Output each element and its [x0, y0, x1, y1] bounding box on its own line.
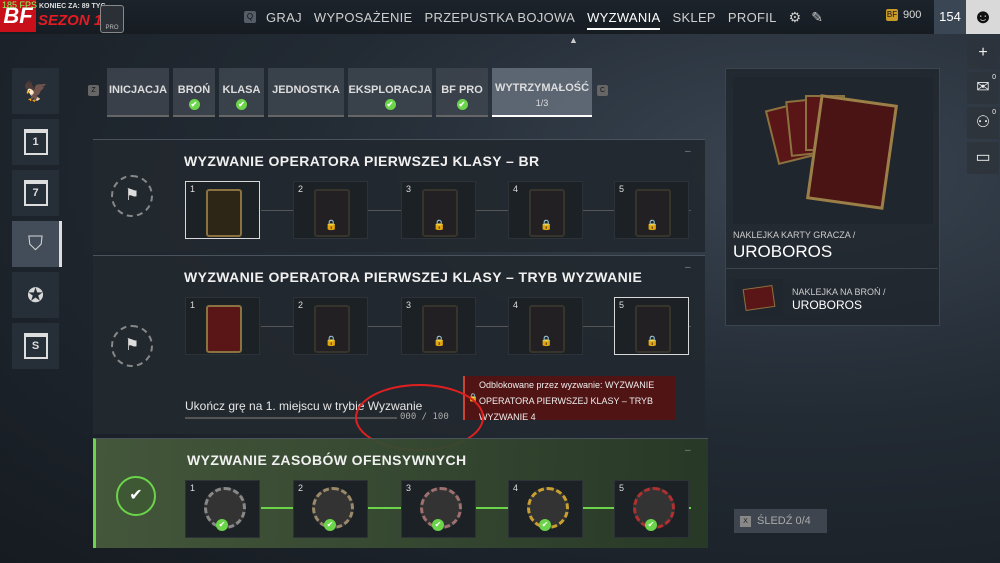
- reward-slot[interactable]: 3 ✔: [401, 480, 476, 538]
- nav-shop[interactable]: SKLEP: [672, 10, 715, 25]
- reward-slot[interactable]: 4 ✔: [508, 480, 583, 538]
- nav-equipment[interactable]: WYPOSAŻENIE: [314, 10, 413, 25]
- checkmark-emblem-icon: ✔: [116, 476, 156, 516]
- currency-amount: 900: [903, 9, 922, 21]
- eagle-icon: 🦅: [23, 80, 48, 103]
- controller-icon[interactable]: ▭: [967, 142, 999, 174]
- lock-icon: 🔒: [325, 336, 338, 347]
- card-sticker-icon: [206, 305, 242, 353]
- reward-slot[interactable]: 2 🔒: [293, 181, 368, 239]
- screen: { "hud": {"fps": "185 FPS", "season_coun…: [0, 0, 1000, 563]
- reward-slot[interactable]: 5 🔒: [614, 297, 689, 355]
- main-nav: Q GRAJ WYPOSAŻENIE PRZEPUSTKA BOJOWA WYZ…: [244, 0, 833, 34]
- reward-slot[interactable]: 4 🔒: [508, 181, 583, 239]
- lock-icon: 🔒: [540, 336, 553, 347]
- reward-slot[interactable]: 4 🔒: [508, 297, 583, 355]
- weapon-sticker-thumb[interactable]: [734, 279, 783, 316]
- minimize-icon[interactable]: –: [685, 146, 691, 157]
- reward-slot[interactable]: 2 🔒: [293, 297, 368, 355]
- season-countdown: KONIEC ZA: 89 TYG.: [39, 3, 108, 10]
- check-icon: ✔: [384, 99, 396, 110]
- nav-play[interactable]: GRAJ: [266, 10, 302, 25]
- sidebar-weekly[interactable]: 7: [12, 170, 59, 216]
- lock-icon: 🔒: [433, 220, 446, 231]
- track-button[interactable]: X ŚLEDŹ 0/4: [734, 509, 827, 533]
- challenge-title: WYZWANIE ZASOBÓW OFENSYWNYCH: [187, 452, 467, 468]
- nav-profile[interactable]: PROFIL: [728, 10, 777, 25]
- check-icon: ✔: [456, 99, 468, 110]
- tab-keyhint-right: C: [597, 85, 608, 96]
- challenge-panel-offensive-assets[interactable]: ✔ WYZWANIE ZASOBÓW OFENSYWNYCH – 1 ✔ 2 ✔ 3…: [93, 438, 708, 548]
- reward-slot[interactable]: 1: [185, 181, 260, 239]
- tab-keyhint-left: Z: [88, 85, 99, 96]
- reward-slot[interactable]: 5 🔒: [614, 181, 689, 239]
- challenge-panel-br[interactable]: ⚑ WYZWANIE OPERATORA PIERWSZEJ KLASY – B…: [93, 139, 705, 252]
- reward-slot[interactable]: 1 ✔: [185, 480, 260, 538]
- check-icon: ✔: [539, 519, 551, 531]
- season-label: SEZON 1.: [38, 12, 107, 29]
- tab-class[interactable]: KLASA ✔: [219, 68, 264, 117]
- calendar-7-icon: 7: [23, 180, 48, 206]
- check-icon: ✔: [216, 519, 228, 531]
- player-level[interactable]: 154: [934, 0, 966, 34]
- fps-counter: 185 FPS: [2, 0, 38, 10]
- reward-name: UROBOROS: [733, 242, 833, 261]
- nav-battle-pass[interactable]: PRZEPUSTKA BOJOWA: [425, 10, 576, 25]
- sidebar-season[interactable]: S: [12, 323, 59, 369]
- caret-up-icon: ▲: [569, 35, 578, 45]
- sidebar-star[interactable]: ✪: [12, 272, 59, 318]
- tab-bf-pro[interactable]: BF PRO ✔: [436, 68, 488, 117]
- sidebar-rank[interactable]: ⛉: [12, 221, 62, 267]
- minimize-icon[interactable]: –: [685, 445, 691, 456]
- unlock-tooltip: 🔒 Odblokowane przez wyzwanie: WYZWANIE OP…: [463, 376, 676, 422]
- ribbon-icon[interactable]: ✎: [811, 9, 823, 26]
- lock-icon: 🔒: [646, 336, 659, 347]
- shield-star-icon: ⛉: [28, 232, 43, 255]
- lock-icon: 🔒: [646, 220, 659, 231]
- calendar-s-icon: S: [23, 333, 48, 359]
- tab-exploration[interactable]: EKSPLORACJA ✔: [348, 68, 432, 117]
- reward-slot[interactable]: 3 🔒: [401, 297, 476, 355]
- tab-initiation[interactable]: INICJACJA: [107, 68, 169, 117]
- card-sticker-icon: [806, 94, 898, 210]
- challenge-title: WYZWANIE OPERATORA PIERWSZEJ KLASY – BR: [184, 153, 540, 169]
- currency-icon: BF: [886, 9, 898, 21]
- reward-slot[interactable]: 3 🔒: [401, 181, 476, 239]
- flag-emblem-icon: ⚑: [111, 325, 153, 367]
- check-icon: ✔: [236, 99, 247, 110]
- challenge-title: WYZWANIE OPERATORA PIERWSZEJ KLASY – TRY…: [184, 269, 643, 285]
- reward-slot[interactable]: 5 ✔: [614, 480, 689, 538]
- sidebar-eagle[interactable]: 🦅: [12, 68, 59, 114]
- star-circle-icon: ✪: [27, 284, 44, 307]
- track-keyhint: X: [740, 515, 751, 527]
- calendar-1-icon: 1: [23, 129, 48, 155]
- reward-type: NAKLEJKA KARTY GRACZA /: [733, 230, 856, 240]
- check-icon: ✔: [645, 519, 657, 531]
- check-icon: ✔: [324, 519, 336, 531]
- reward-name: UROBOROS: [792, 298, 863, 312]
- rank-badge: PRO: [100, 5, 124, 33]
- reward-slot[interactable]: 1: [185, 297, 260, 355]
- divider: [725, 268, 938, 269]
- lock-icon: 🔒: [433, 336, 446, 347]
- reward-type: NAKLEJKA NA BROŃ /: [792, 287, 886, 297]
- squad-icon[interactable]: ⚇ 0: [967, 107, 999, 139]
- gear-icon[interactable]: ⚙: [789, 9, 802, 26]
- nav-keyhint-left: Q: [244, 11, 256, 23]
- reward-preview-image: [733, 77, 933, 224]
- lock-icon: 🔒: [325, 220, 338, 231]
- card-sticker-icon: [206, 189, 242, 237]
- tab-unit[interactable]: JEDNOSTKA: [268, 68, 344, 117]
- tab-weapon[interactable]: BROŃ ✔: [173, 68, 215, 117]
- reward-slot[interactable]: 2 ✔: [293, 480, 368, 538]
- lock-icon: 🔒: [540, 220, 553, 231]
- avatar[interactable]: ☻: [966, 0, 1000, 34]
- minimize-icon[interactable]: –: [685, 262, 691, 273]
- nav-challenges[interactable]: WYZWANIA: [587, 10, 661, 30]
- check-icon: ✔: [432, 519, 444, 531]
- sidebar-daily[interactable]: 1: [12, 119, 59, 165]
- check-icon: ✔: [188, 99, 200, 110]
- flag-emblem-icon: ⚑: [111, 175, 153, 217]
- tab-endurance[interactable]: WYTRZYMAŁOŚĆ 1/3: [492, 68, 592, 117]
